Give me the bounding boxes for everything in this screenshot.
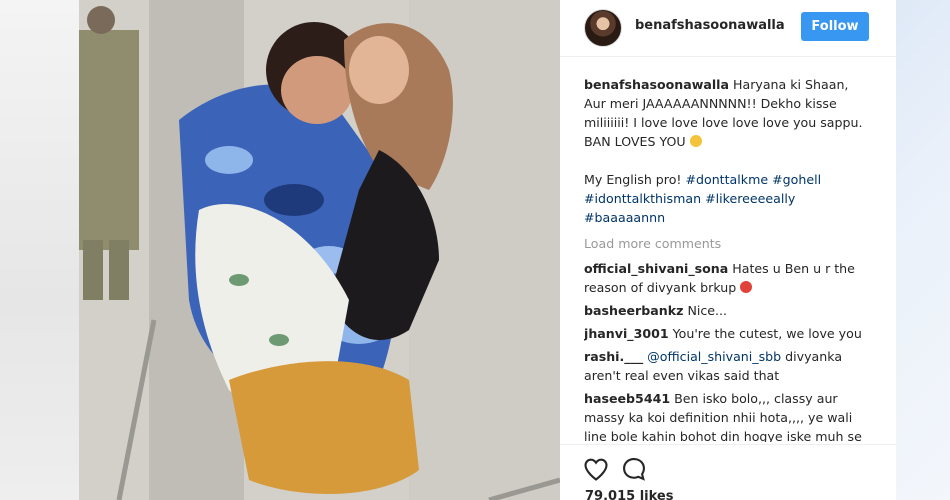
comment-item: jhanvi_3001 You're the cutest, we love y…: [584, 324, 874, 343]
load-more-comments-link[interactable]: Load more comments: [584, 234, 874, 253]
caption-text-2: My English pro!: [584, 172, 686, 187]
backdrop-left: [0, 0, 79, 500]
comment-username[interactable]: official_shivani_sona: [584, 261, 728, 276]
heart-outline-icon: [584, 458, 608, 481]
speech-bubble-icon: [623, 458, 645, 481]
post-side-panel: benafshasoonawalla Follow benafshasoonaw…: [560, 0, 896, 500]
comment-username[interactable]: jhanvi_3001: [584, 326, 669, 341]
comment-item: rashi.___ @official_shivani_sbb divyanka…: [584, 347, 874, 385]
hashtag-baaaaannn[interactable]: #baaaaannn: [584, 210, 665, 225]
comment-item: official_shivani_sona Hates u Ben u r th…: [584, 259, 874, 297]
comment-item: haseeb5441 Ben isko bolo,,, classy aur m…: [584, 389, 874, 442]
like-button[interactable]: [582, 455, 610, 483]
post-header: benafshasoonawalla Follow: [560, 0, 896, 57]
hashtag-likereeeeally[interactable]: #likereeeeally: [705, 191, 795, 206]
comment-button[interactable]: [620, 455, 648, 483]
caption-line-1: benafshasoonawalla Haryana ki Shaan, Aur…: [584, 75, 874, 151]
hashtag-gohell[interactable]: #gohell: [772, 172, 821, 187]
comment-username[interactable]: basheerbankz: [584, 303, 683, 318]
author-username[interactable]: benafshasoonawalla: [635, 18, 785, 33]
backdrop-right: [896, 0, 950, 500]
photo-illustration: [79, 0, 560, 500]
comment-text: Nice...: [683, 303, 728, 318]
post-caption: benafshasoonawalla Haryana ki Shaan, Aur…: [584, 75, 874, 227]
comment-mention[interactable]: @official_shivani_sbb: [643, 349, 781, 364]
comment-item: basheerbankz Nice...: [584, 301, 874, 320]
follow-button[interactable]: Follow: [801, 12, 869, 41]
caption-username[interactable]: benafshasoonawalla: [584, 77, 729, 92]
likes-count[interactable]: 79,015 likes: [585, 489, 673, 500]
angry-face-emoji-icon: [740, 281, 753, 293]
post-photo[interactable]: [79, 0, 560, 500]
post-modal: benafshasoonawalla Follow benafshasoonaw…: [79, 0, 896, 500]
hashtag-donttalkme[interactable]: #donttalkme: [685, 172, 768, 187]
comment-username[interactable]: rashi.___: [584, 349, 643, 364]
post-actions: 79,015 likes: [560, 444, 896, 500]
comments-list[interactable]: benafshasoonawalla Haryana ki Shaan, Aur…: [584, 75, 874, 442]
comment-username[interactable]: haseeb5441: [584, 391, 670, 406]
hashtag-idonttalkthisman[interactable]: #idonttalkthisman: [584, 191, 701, 206]
comment-text: You're the cutest, we love you: [668, 326, 862, 341]
author-avatar[interactable]: [584, 9, 622, 47]
caption-line-2: My English pro! #donttalkme #gohell #ido…: [584, 170, 874, 227]
grinning-face-emoji-icon: [689, 135, 702, 147]
